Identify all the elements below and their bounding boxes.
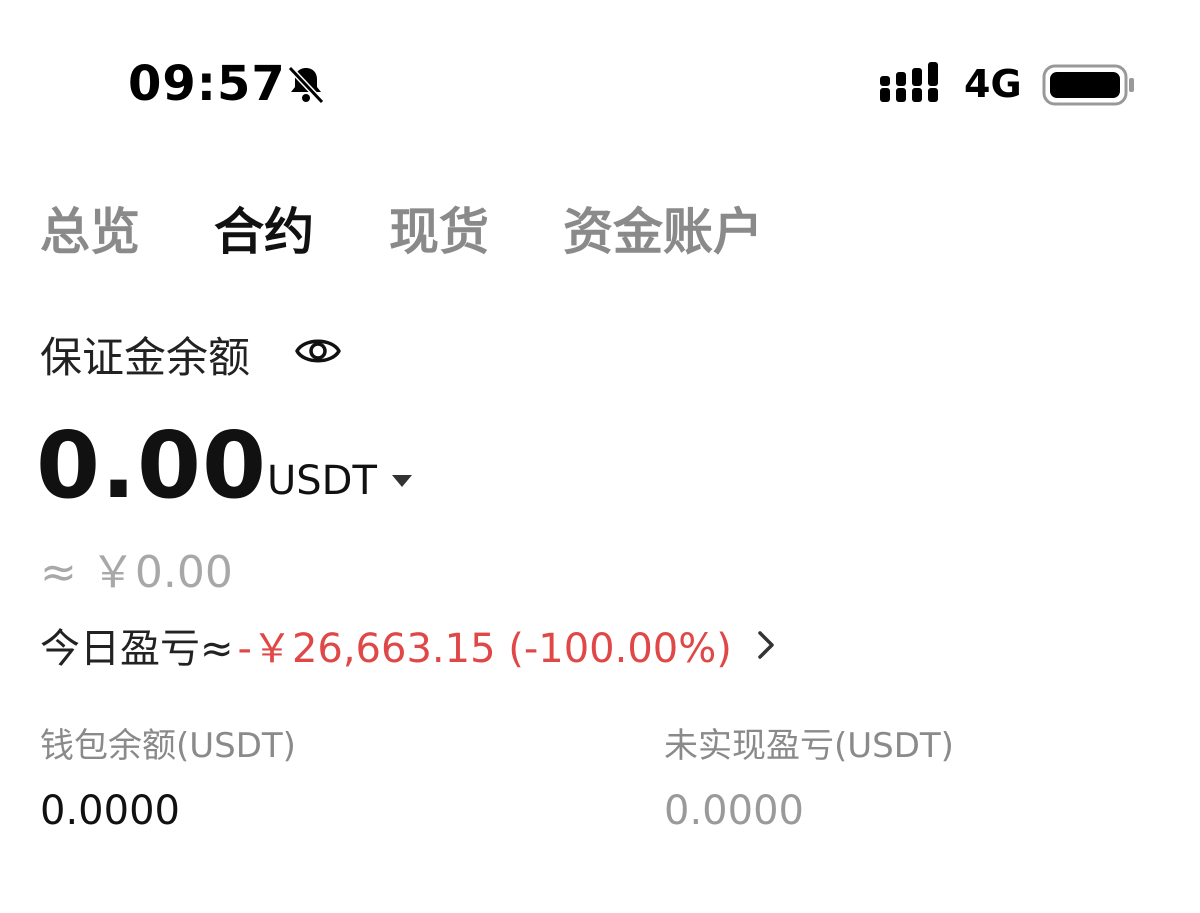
currency-label: USDT — [267, 458, 377, 504]
wallet-balance-label: 钱包余额(USDT) — [40, 726, 296, 766]
tab-funding-account[interactable]: 资金账户 — [563, 192, 763, 264]
today-pnl-label: 今日盈亏≈ — [40, 626, 234, 672]
today-pnl-row[interactable]: 今日盈亏≈ -￥26,663.15 (-100.00%) — [40, 616, 778, 674]
network-type: 4G — [964, 62, 1022, 106]
battery-icon — [1042, 64, 1134, 106]
margin-balance-label: 保证金余额 — [40, 333, 251, 382]
margin-balance-value: 0.00 — [36, 412, 267, 519]
signal-icon — [880, 62, 938, 102]
wallet-balance-value: 0.0000 — [40, 788, 180, 834]
unrealized-pnl-value: 0.0000 — [664, 788, 804, 834]
today-pnl-value: -￥26,663.15 (-100.00%) — [237, 626, 732, 672]
tab-contract[interactable]: 合约 — [214, 192, 314, 264]
chevron-right-icon — [758, 631, 774, 659]
caret-down-icon — [391, 475, 412, 487]
tab-spot[interactable]: 现货 — [389, 192, 489, 264]
status-time: 09:57 — [128, 56, 286, 112]
eye-icon[interactable] — [294, 330, 342, 372]
unrealized-pnl-label: 未实现盈亏(USDT) — [664, 726, 954, 766]
currency-selector[interactable]: USDT — [267, 458, 413, 504]
approx-cny-value: ≈ ￥0.00 — [40, 547, 233, 598]
bell-slash-icon — [287, 65, 325, 105]
tab-overview[interactable]: 总览 — [40, 192, 140, 264]
